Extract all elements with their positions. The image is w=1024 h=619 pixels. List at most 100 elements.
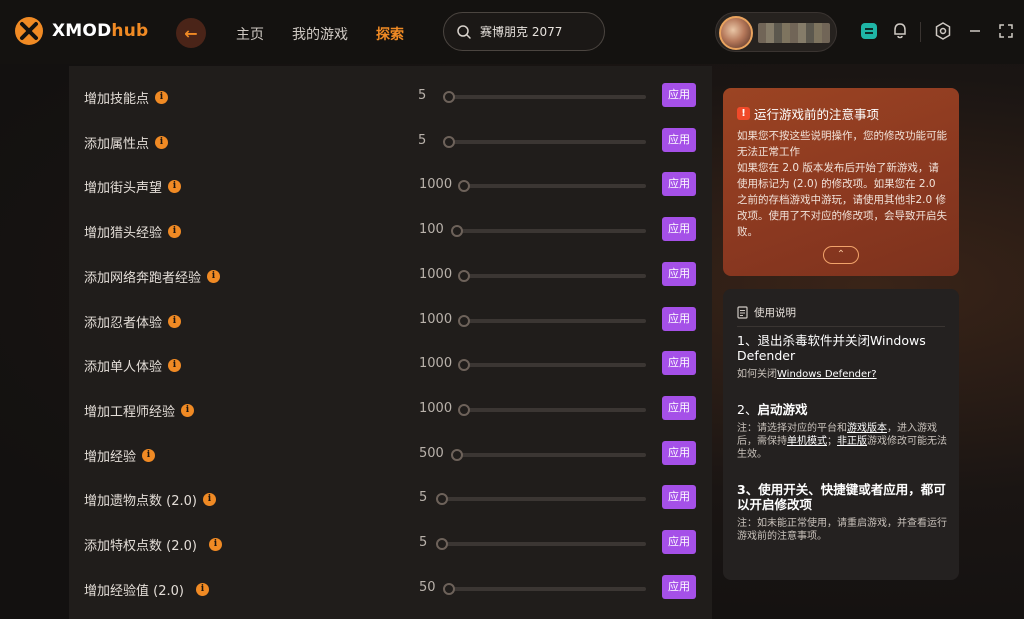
notification-icon[interactable] xyxy=(891,22,909,40)
info-icon[interactable]: i xyxy=(181,404,195,417)
slider-knob[interactable] xyxy=(436,493,448,505)
mod-row: 添加网络奔跑者经验 i 1000 应用 xyxy=(69,254,712,298)
slider-knob[interactable] xyxy=(436,538,448,550)
info-icon[interactable]: i xyxy=(155,91,169,104)
back-button[interactable]: ← xyxy=(176,18,206,48)
mod-row: 增加工程师经验 i 1000 应用 xyxy=(69,388,712,432)
non-genuine-link[interactable]: 非正版 xyxy=(837,436,867,447)
slider-track[interactable] xyxy=(461,184,646,188)
mod-value: 500 xyxy=(419,446,444,461)
step1-title: 1、退出杀毒软件并关闭Windows Defender xyxy=(737,333,926,363)
info-icon[interactable]: i xyxy=(202,493,216,506)
slider-knob[interactable] xyxy=(443,583,455,595)
logo-text: XMODhub xyxy=(52,21,149,41)
mod-row: 添加忍者体验 i 1000 应用 xyxy=(69,299,712,343)
info-icon[interactable]: i xyxy=(208,538,222,551)
info-icon[interactable]: i xyxy=(207,270,221,283)
apply-button[interactable]: 应用 xyxy=(662,83,696,107)
slider-track[interactable] xyxy=(461,363,646,367)
slider-knob[interactable] xyxy=(458,180,470,192)
settings-icon[interactable] xyxy=(934,22,952,40)
info-icon[interactable]: i xyxy=(155,136,169,149)
mod-label: 增加遗物点数 (2.0) i xyxy=(84,490,216,509)
collapse-button[interactable]: ⌃ xyxy=(823,246,859,264)
apply-button[interactable]: 应用 xyxy=(662,172,696,196)
main-nav: 主页 我的游戏 探索 xyxy=(236,24,432,44)
info-icon[interactable]: i xyxy=(168,180,182,193)
mod-value: 5 xyxy=(419,535,428,550)
mod-label: 增加猎头经验 i xyxy=(84,222,182,241)
apply-button[interactable]: 应用 xyxy=(662,530,696,554)
mod-label: 添加忍者体验 i xyxy=(84,312,182,331)
minimize-icon[interactable] xyxy=(966,22,984,40)
top-bar: XMODhub ← 主页 我的游戏 探索 赛博朋克 2077 xyxy=(0,0,1024,64)
info-icon[interactable]: i xyxy=(195,583,209,596)
mod-label: 增加经验值 (2.0) i xyxy=(84,580,209,599)
mod-label: 增加技能点 i xyxy=(84,88,169,107)
info-icon[interactable]: i xyxy=(168,225,182,238)
apply-button[interactable]: 应用 xyxy=(662,128,696,152)
slider-track[interactable] xyxy=(454,229,646,233)
arrow-left-icon: ← xyxy=(184,23,198,43)
mod-value: 1000 xyxy=(419,177,453,192)
slider-knob[interactable] xyxy=(443,91,455,103)
slider-knob[interactable] xyxy=(458,315,470,327)
instructions-card: 使用说明 1、退出杀毒软件并关闭Windows Defender 如何关闭Win… xyxy=(723,289,959,580)
mod-value: 100 xyxy=(419,222,444,237)
step3-note: 注：如未能正常使用，请重启游戏，并查看运行游戏前的注意事项。 xyxy=(737,518,947,542)
search-icon xyxy=(457,24,471,39)
apply-button[interactable]: 应用 xyxy=(662,307,696,331)
mod-row: 增加经验 i 500 应用 xyxy=(69,433,712,477)
slider-knob[interactable] xyxy=(451,225,463,237)
info-icon[interactable]: i xyxy=(168,315,182,328)
slider-knob[interactable] xyxy=(443,136,455,148)
mod-value: 1000 xyxy=(419,267,453,282)
app-switch-icon[interactable] xyxy=(860,22,878,40)
slider-knob[interactable] xyxy=(458,404,470,416)
step2-title: 2、启动游戏 xyxy=(737,402,808,417)
slider-track[interactable] xyxy=(439,497,646,501)
slider-knob[interactable] xyxy=(451,449,463,461)
slider-track[interactable] xyxy=(461,319,646,323)
nav-explore[interactable]: 探索 xyxy=(376,24,404,44)
offline-mode-link[interactable]: 单机模式 xyxy=(787,436,827,447)
mod-row: 增加街头声望 i 1000 应用 xyxy=(69,164,712,208)
slider-track[interactable] xyxy=(446,140,646,144)
nav-my-games[interactable]: 我的游戏 xyxy=(292,24,348,44)
apply-button[interactable]: 应用 xyxy=(662,262,696,286)
game-version-link[interactable]: 游戏版本 xyxy=(847,423,887,434)
apply-button[interactable]: 应用 xyxy=(662,485,696,509)
slider-track[interactable] xyxy=(454,453,646,457)
nav-home[interactable]: 主页 xyxy=(236,24,264,44)
mod-value: 1000 xyxy=(419,312,453,327)
mod-row: 添加特权点数 (2.0) i 5 应用 xyxy=(69,522,712,566)
apply-button[interactable]: 应用 xyxy=(662,217,696,241)
notice-card: ! 运行游戏前的注意事项 如果您不按这些说明操作，您的修改功能可能无法正常工作 … xyxy=(723,88,959,276)
slider-track[interactable] xyxy=(446,95,646,99)
mod-row: 增加技能点 i 5 应用 xyxy=(69,75,712,119)
slider-track[interactable] xyxy=(439,542,646,546)
step1-note: 如何关闭Windows Defender? xyxy=(737,369,877,380)
top-divider xyxy=(920,22,921,42)
mod-row: 添加单人体验 i 1000 应用 xyxy=(69,343,712,387)
info-icon[interactable]: i xyxy=(142,449,156,462)
slider-track[interactable] xyxy=(461,408,646,412)
user-profile[interactable] xyxy=(715,12,837,52)
apply-button[interactable]: 应用 xyxy=(662,441,696,465)
logo[interactable]: XMODhub xyxy=(14,16,148,46)
info-icon[interactable]: i xyxy=(168,359,182,372)
slider-knob[interactable] xyxy=(458,359,470,371)
apply-button[interactable]: 应用 xyxy=(662,575,696,599)
defender-help-link[interactable]: Windows Defender? xyxy=(777,369,877,380)
slider-track[interactable] xyxy=(461,274,646,278)
search-input[interactable]: 赛博朋克 2077 xyxy=(480,23,562,40)
search-box[interactable]: 赛博朋克 2077 xyxy=(443,12,605,51)
apply-button[interactable]: 应用 xyxy=(662,396,696,420)
fullscreen-icon[interactable] xyxy=(997,22,1015,40)
xmod-logo-icon xyxy=(15,17,43,45)
slider-track[interactable] xyxy=(446,587,646,591)
mod-label: 添加特权点数 (2.0) i xyxy=(84,535,222,554)
slider-knob[interactable] xyxy=(458,270,470,282)
apply-button[interactable]: 应用 xyxy=(662,351,696,375)
step2-note: 注：请选择对应的平台和游戏版本，进入游戏后，需保持单机模式；非正版游戏修改可能无… xyxy=(737,423,947,460)
